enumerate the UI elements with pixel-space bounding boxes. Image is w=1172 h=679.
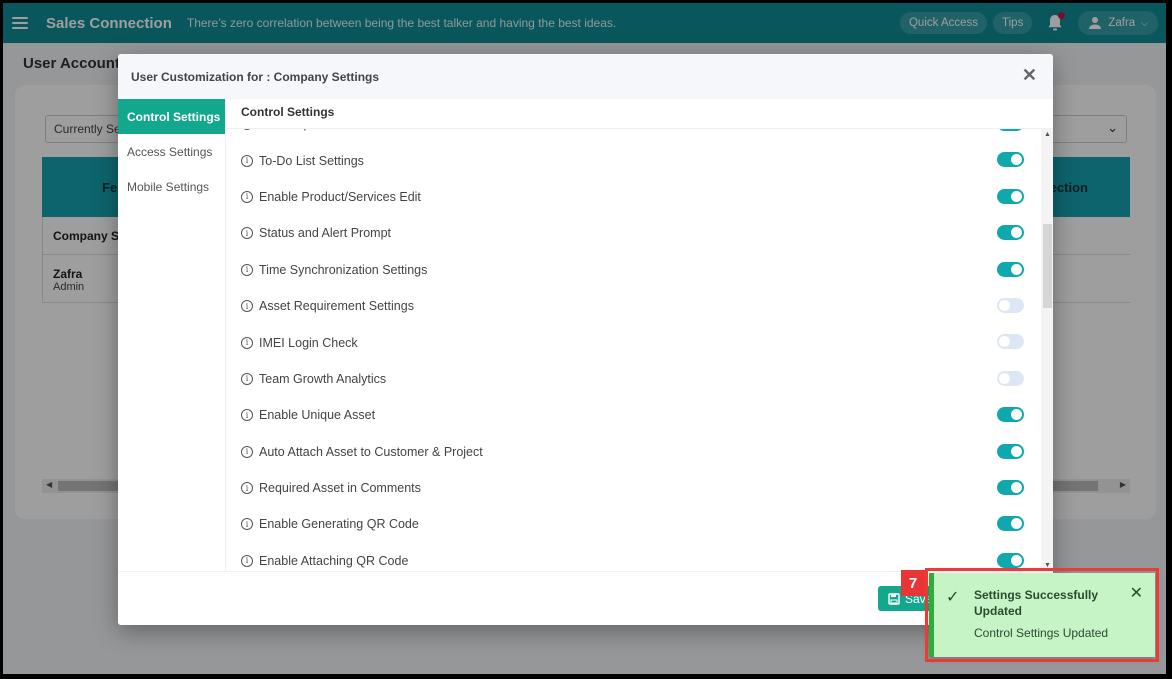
- setting-label: Status and Alert Prompt: [259, 226, 392, 241]
- setting-row: i Enable Product/Services Edit: [227, 179, 1037, 215]
- nav-access-settings[interactable]: Access Settings: [118, 134, 225, 169]
- settings-panel: Control Settings i Data Export Access i To-…: [227, 99, 1053, 571]
- toggle-knob: [1011, 190, 1022, 202]
- setting-label: To-Do List Settings: [259, 153, 364, 168]
- nav-control-settings[interactable]: Control Settings: [118, 99, 225, 134]
- setting-toggle[interactable]: [997, 407, 1024, 423]
- setting-label: Enable Unique Asset: [259, 408, 376, 423]
- setting-label: Team Growth Analytics: [259, 371, 387, 386]
- info-icon[interactable]: i: [241, 129, 253, 131]
- info-icon[interactable]: i: [241, 372, 253, 385]
- info-icon[interactable]: i: [241, 227, 253, 240]
- info-icon[interactable]: i: [241, 554, 253, 567]
- setting-label: Auto Attach Asset to Customer & Project: [259, 444, 483, 459]
- scroll-up-icon[interactable]: ▲: [1044, 131, 1051, 138]
- setting-toggle[interactable]: [997, 188, 1024, 204]
- setting-toggle[interactable]: [997, 261, 1024, 277]
- setting-label: IMEI Login Check: [259, 335, 358, 350]
- nav-mobile-settings[interactable]: Mobile Settings: [118, 169, 225, 204]
- setting-label: Asset Requirement Settings: [259, 299, 414, 314]
- section-title: Control Settings: [227, 99, 1053, 129]
- setting-toggle[interactable]: [997, 334, 1024, 350]
- setting-row: i Team Growth Analytics: [227, 361, 1037, 397]
- setting-row: i To-Do List Settings: [227, 142, 1037, 178]
- modal-header: User Customization for : Company Setting…: [118, 54, 1053, 99]
- setting-toggle[interactable]: [997, 370, 1024, 386]
- toggle-knob: [999, 336, 1010, 348]
- setting-row: i Asset Requirement Settings: [227, 288, 1037, 324]
- info-icon[interactable]: i: [241, 300, 253, 313]
- info-icon[interactable]: i: [241, 445, 253, 458]
- info-icon[interactable]: i: [241, 190, 253, 203]
- setting-toggle[interactable]: [997, 152, 1024, 168]
- annotation-highlight-box: [925, 568, 1159, 662]
- toggle-knob: [1011, 445, 1022, 457]
- setting-label: Time Synchronization Settings: [259, 262, 428, 277]
- save-icon: [888, 592, 900, 605]
- setting-toggle[interactable]: [997, 443, 1024, 459]
- toggle-knob: [1011, 554, 1022, 566]
- setting-label: Enable Generating QR Code: [259, 517, 419, 532]
- setting-toggle[interactable]: [997, 129, 1024, 131]
- setting-row: i Auto Attach Asset to Customer & Project: [227, 434, 1037, 470]
- setting-toggle[interactable]: [997, 225, 1024, 241]
- setting-toggle[interactable]: [997, 297, 1024, 313]
- toggle-knob: [1011, 481, 1022, 493]
- setting-label: Enable Product/Services Edit: [259, 189, 421, 204]
- info-icon[interactable]: i: [241, 263, 253, 276]
- setting-label: Enable Attaching QR Code: [259, 553, 409, 568]
- toggle-knob: [1011, 518, 1022, 530]
- setting-row: i Required Asset in Comments: [227, 470, 1037, 506]
- app-window: Sales Connection There’s zero correlatio…: [3, 3, 1166, 674]
- scrollbar-thumb[interactable]: [1043, 224, 1052, 308]
- vertical-scrollbar[interactable]: ▲ ▼: [1041, 129, 1053, 571]
- setting-row: i Enable Generating QR Code: [227, 506, 1037, 542]
- setting-toggle[interactable]: [997, 516, 1024, 532]
- toggle-knob: [999, 372, 1010, 384]
- setting-row: i IMEI Login Check: [227, 324, 1037, 360]
- info-icon[interactable]: i: [241, 154, 253, 167]
- info-icon[interactable]: i: [241, 409, 253, 422]
- info-icon[interactable]: i: [241, 482, 253, 495]
- setting-toggle[interactable]: [997, 552, 1024, 568]
- setting-row: i Time Synchronization Settings: [227, 252, 1037, 288]
- setting-toggle[interactable]: [997, 479, 1024, 495]
- settings-nav: Control Settings Access Settings Mobile …: [118, 99, 226, 571]
- toggle-knob: [1011, 154, 1022, 166]
- info-icon[interactable]: i: [241, 518, 253, 531]
- toggle-knob: [1011, 263, 1022, 275]
- setting-row: i Enable Attaching QR Code: [227, 543, 1037, 571]
- setting-label: Data Export Access: [259, 129, 368, 131]
- close-icon[interactable]: ✕: [1022, 66, 1037, 84]
- setting-label: Required Asset in Comments: [259, 481, 421, 496]
- setting-row: i Status and Alert Prompt: [227, 215, 1037, 251]
- toggle-knob: [1011, 227, 1022, 239]
- toggle-knob: [999, 299, 1010, 311]
- toggle-knob: [1011, 409, 1022, 421]
- settings-list: iData Export AccessiTo-Do List Settingsi…: [227, 129, 1037, 571]
- modal-title: User Customization for : Company Setting…: [131, 69, 380, 84]
- setting-row: i Enable Unique Asset: [227, 397, 1037, 433]
- setting-row: i Data Export Access: [227, 129, 1037, 142]
- step-number-badge: 7: [901, 570, 925, 596]
- info-icon[interactable]: i: [241, 336, 253, 349]
- user-customization-modal: User Customization for : Company Setting…: [118, 54, 1053, 625]
